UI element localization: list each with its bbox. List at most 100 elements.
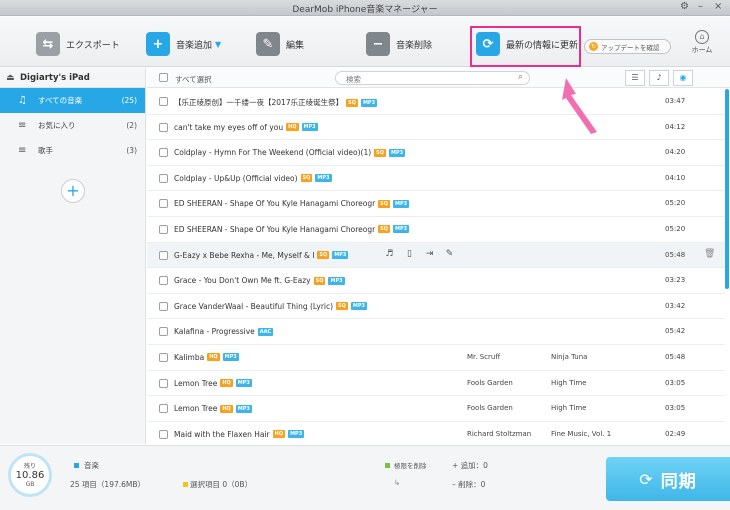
home-button[interactable]: ⌂ ホーム [688, 30, 716, 55]
quality-badge: SQ [374, 148, 387, 157]
export-icon[interactable]: ⇥ [424, 249, 435, 260]
table-row[interactable]: Kalafina - Progressive AAC 05:42 [147, 319, 725, 345]
song-title: Maid with the Flaxen Hair HQ MP3 [174, 430, 305, 439]
row-checkbox[interactable] [159, 378, 168, 388]
song-title: G-Eazy x Bebe Rexha - Me, Myself & I SQ MP… [174, 250, 349, 260]
trash-icon[interactable]: 🗑 [704, 249, 715, 259]
quality-badge: MP3 [235, 379, 252, 388]
quality-badge: SQ [336, 302, 348, 311]
sync-icon: ⟳ [639, 469, 653, 489]
quality-badge: HQ [207, 353, 220, 362]
song-title-text: Grace - You Don't Own Me ft. G-Eazy [174, 276, 311, 286]
search-input[interactable]: 検索 ⌕ [335, 71, 530, 85]
table-row[interactable]: 【乐正绫原创】一千缕一夜【2017乐正绫诞生祭】 SQ MP3 03:47 [147, 89, 725, 115]
delete-count: – 削除：0 [452, 480, 486, 489]
song-title: Kalimba HQ MP3 [174, 353, 239, 362]
status-bar: 残り 10.86 GB 音楽 25 項目（197.6MB） 選択項目 0（0B）… [0, 445, 730, 510]
minimize-icon[interactable]: – [698, 1, 703, 12]
row-checkbox[interactable] [159, 224, 168, 234]
table-row[interactable]: Coldplay - Up&Up (Official video) SQ MP3 04… [147, 166, 725, 192]
perm-delete-label: 極限を削除 [394, 462, 427, 470]
sidebar-item-artists[interactable]: ≡ 歌手 (3) [0, 138, 145, 163]
song-title: Lemon Tree HQ MP3 [174, 379, 252, 388]
table-row[interactable]: Lemon Tree HQ MP3 Fools Garden High Time 03:0… [147, 371, 725, 397]
table-row[interactable]: Coldplay - Hymn For The Weekend (Officia… [147, 140, 725, 166]
song-title: Grace VanderWaal - Beautiful Thing (Lyri… [174, 302, 368, 311]
table-row[interactable]: Lemon Tree HQ MP3 Fools Garden High Time 03:0… [147, 396, 725, 422]
song-title-text: Kalafina - Progressive [174, 327, 255, 337]
settings-icon[interactable]: ⚙ [680, 1, 689, 12]
perm-delete-swatch [385, 463, 390, 468]
album-view-icon[interactable]: ◉ [673, 70, 693, 86]
delete-music-button[interactable]: − 音楽削除 [366, 31, 432, 57]
row-checkbox[interactable] [159, 199, 168, 209]
table-row[interactable]: Grace - You Don't Own Me ft. G-Eazy SQ MP3… [147, 268, 725, 294]
eject-icon[interactable]: ⏏ [6, 73, 15, 83]
sidebar-item-count: (25) [121, 96, 137, 105]
sidebar-item-all-music[interactable]: ♫ すべての音楽 (25) [0, 88, 145, 113]
song-title: ED SHEERAN - Shape Of You Kyle Hanagami … [174, 199, 410, 208]
song-duration: 05:48 [665, 352, 686, 361]
row-checkbox[interactable] [159, 148, 168, 158]
sidebar-item-favorites[interactable]: ≡ お気に入り (2) [0, 113, 145, 138]
table-row[interactable]: Kalimba HQ MP3 Mr. Scruff Ninja Tuna 05:48 [147, 345, 725, 371]
edit-icon[interactable]: ✎ [444, 249, 455, 260]
select-all-checkbox[interactable] [159, 73, 168, 82]
quality-badge: HQ [220, 379, 233, 388]
list-view-icon[interactable]: ☰ [625, 70, 645, 86]
export-button[interactable]: ⇆ エクスポート [36, 31, 120, 57]
table-row[interactable]: ED SHEERAN - Shape Of You Kyle Hanagami … [147, 217, 725, 243]
table-row[interactable]: can't take my eyes off of you HQ MP3 04:12 [147, 115, 725, 141]
row-checkbox[interactable] [159, 250, 168, 260]
row-checkbox[interactable] [159, 97, 168, 106]
edit-button[interactable]: ✎ 編集 [256, 31, 304, 57]
quality-badge: SQ [317, 251, 330, 260]
song-duration: 03:23 [665, 276, 686, 285]
headphones-icon: ♫ [18, 95, 27, 106]
song-title-text: can't take my eyes off of you [174, 122, 284, 132]
table-row[interactable]: G-Eazy x Bebe Rexha - Me, Myself & I SQ MP… [147, 242, 725, 269]
artist-view-icon[interactable]: ♪ [649, 70, 669, 86]
row-checkbox[interactable] [159, 404, 168, 414]
row-checkbox[interactable] [159, 352, 168, 362]
export-icon: ⇆ [36, 32, 60, 56]
storage-value: 10.86 [15, 470, 45, 481]
scrollbar[interactable] [725, 89, 729, 289]
song-duration: 03:05 [665, 378, 686, 387]
song-title-text: Lemon Tree [174, 404, 218, 414]
quality-badge: MP3 [393, 225, 410, 234]
row-checkbox[interactable] [159, 173, 168, 183]
music-legend-swatch [74, 463, 79, 468]
update-check-button[interactable]: ↻ アップデートを確認 [584, 39, 671, 54]
song-title: Coldplay - Up&Up (Official video) SQ MP3 [174, 174, 332, 183]
quality-badge: AAC [257, 327, 274, 336]
row-checkbox[interactable] [159, 327, 168, 337]
highlight-box [470, 26, 581, 67]
sync-button[interactable]: ⟳ 同期 [606, 457, 730, 501]
add-playlist-button[interactable]: + [61, 179, 85, 203]
add-music-button[interactable]: + 音楽追加 ▼ [146, 31, 221, 57]
chevron-down-icon[interactable]: ▼ [215, 40, 221, 49]
storage-gauge: 残り 10.86 GB [8, 453, 52, 497]
row-checkbox[interactable] [159, 276, 168, 286]
edit-icon: ✎ [256, 32, 280, 56]
search-placeholder: 検索 [346, 75, 361, 84]
add-count: + 追加：0 [452, 461, 488, 470]
song-title: Kalafina - Progressive AAC [174, 327, 274, 337]
phone-icon[interactable]: ▯ [404, 249, 415, 260]
close-icon[interactable]: × [714, 1, 722, 12]
song-title-text: G-Eazy x Bebe Rexha - Me, Myself & I [174, 250, 315, 260]
row-checkbox[interactable] [159, 122, 168, 132]
row-checkbox[interactable] [159, 301, 168, 311]
delete-music-label: 音楽削除 [396, 40, 433, 51]
table-row[interactable]: Grace VanderWaal - Beautiful Thing (Lyri… [147, 294, 725, 320]
row-checkbox[interactable] [159, 429, 168, 439]
device-header[interactable]: ⏏ Digiarty's iPad [0, 68, 145, 88]
sidebar-item-count: (2) [126, 121, 137, 130]
song-list: 【乐正绫原创】一千缕一夜【2017乐正绫诞生祭】 SQ MP3 03:47 can't … [147, 89, 725, 444]
song-album: High Time [551, 404, 587, 413]
table-row[interactable]: ED SHEERAN - Shape Of You Kyle Hanagami … [147, 191, 725, 217]
search-icon[interactable]: ⌕ [518, 72, 523, 82]
ringtone-icon[interactable]: ♬ [384, 249, 395, 260]
table-row[interactable]: Maid with the Flaxen Hair HQ MP3 Richard St… [147, 422, 725, 444]
